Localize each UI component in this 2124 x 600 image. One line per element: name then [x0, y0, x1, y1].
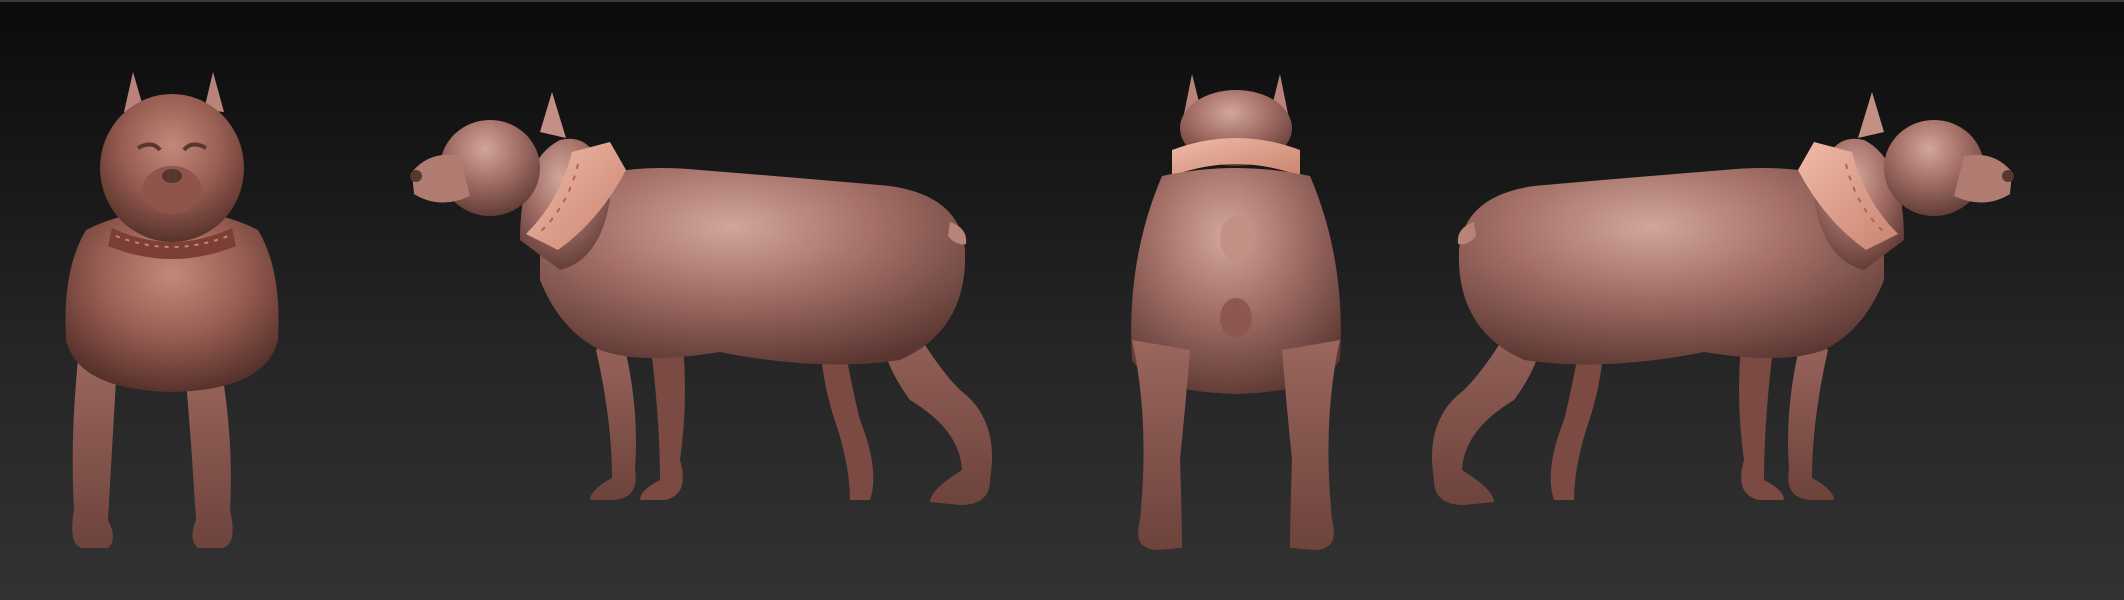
dog-side-left-view [410, 92, 992, 505]
dog-front-view [65, 72, 279, 548]
sculpt-viewport[interactable] [0, 0, 2124, 600]
dog-side-right-view [1432, 92, 2014, 505]
dog-back-view [1131, 74, 1341, 550]
dog-turnaround-render [65, 72, 2014, 550]
